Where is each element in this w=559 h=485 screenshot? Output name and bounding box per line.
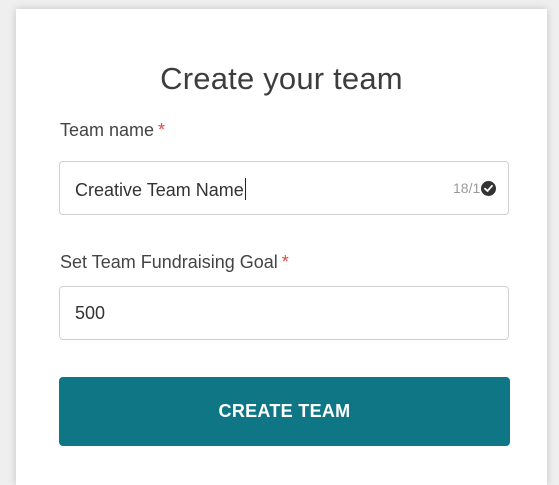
team-name-required-marker: *	[158, 120, 166, 140]
create-team-card: Create your team Team name * Creative Tea…	[16, 9, 547, 485]
create-team-button[interactable]: CREATE TEAM	[59, 377, 510, 446]
team-name-value-wrap: Creative Team Name	[75, 178, 246, 201]
fundraising-goal-value: 500	[75, 303, 106, 323]
goal-required-marker: *	[281, 252, 289, 272]
check-circle-icon	[481, 181, 496, 196]
team-name-value: Creative Team Name	[75, 180, 244, 200]
goal-label-text: Set Team Fundraising Goal	[60, 252, 278, 272]
character-count: 18/1	[453, 180, 481, 196]
goal-label: Set Team Fundraising Goal *	[60, 252, 289, 273]
team-name-label-text: Team name	[60, 120, 155, 140]
team-name-label: Team name *	[60, 120, 165, 141]
team-name-input[interactable]: Creative Team Name 18/1	[59, 161, 509, 215]
character-counter: 18/1	[436, 180, 496, 196]
text-caret	[244, 178, 246, 200]
page-title: Create your team	[160, 61, 403, 96]
fundraising-goal-input[interactable]: 500	[59, 286, 509, 340]
